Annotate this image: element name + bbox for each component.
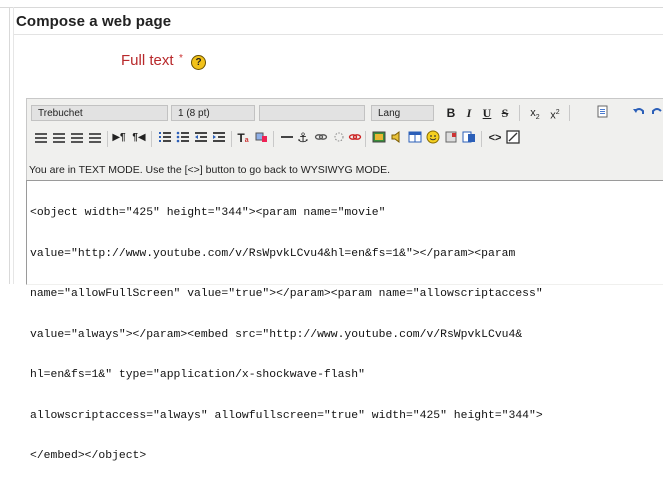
background-color-icon[interactable] <box>253 130 269 146</box>
horizontal-rule-icon[interactable] <box>279 130 295 146</box>
full-text-label: Full text <box>121 52 174 69</box>
table-icon[interactable] <box>407 130 423 146</box>
toolbar-separator <box>519 105 520 121</box>
link-icon[interactable] <box>313 130 329 146</box>
fullscreen-icon[interactable] <box>505 130 521 146</box>
language-select[interactable]: Lang <box>371 105 434 121</box>
legend-divider <box>14 34 663 35</box>
fieldset-legend: Compose a web page <box>16 13 172 30</box>
toolbar-separator <box>231 131 232 147</box>
toolbar-separator <box>151 131 152 147</box>
html-mode-icon[interactable]: <> <box>487 130 503 146</box>
toolbar-separator <box>107 131 108 147</box>
copy-icon[interactable] <box>595 105 611 121</box>
indent-icon[interactable] <box>211 130 227 146</box>
underline-button[interactable]: U <box>479 105 495 121</box>
anchor-icon[interactable]: ⚓ <box>295 130 311 146</box>
frame-left-border <box>9 7 10 284</box>
code-line: value="http://www.youtube.com/v/RsWpvkLC… <box>30 247 516 260</box>
code-line: hl=en&fs=1&" type="application/x-shockwa… <box>30 369 365 381</box>
media-icon[interactable] <box>389 130 405 146</box>
unlink-icon[interactable] <box>331 130 347 146</box>
no-link-icon[interactable] <box>347 130 363 146</box>
image-icon[interactable] <box>371 130 387 146</box>
code-line: <object width="425" height="344"><param … <box>30 207 386 219</box>
bold-button[interactable]: B <box>443 105 459 121</box>
font-family-select[interactable]: Trebuchet <box>31 105 168 121</box>
frame-top <box>0 0 663 8</box>
subscript-button[interactable]: x2 <box>527 105 543 121</box>
text-mode-notice: You are in TEXT MODE. Use the [<>] butto… <box>29 164 391 176</box>
outdent-icon[interactable] <box>193 130 209 146</box>
justify-icon[interactable] <box>89 133 101 144</box>
strikethrough-button[interactable]: S <box>497 105 513 121</box>
align-right-icon[interactable] <box>71 133 83 144</box>
toolbar-separator <box>481 131 482 147</box>
ltr-icon[interactable]: ▶¶ <box>111 130 127 146</box>
align-center-icon[interactable] <box>53 133 65 144</box>
toolbar-separator <box>273 131 274 147</box>
html-source-code[interactable]: <object width="425" height="344"><param … <box>30 180 660 477</box>
rtl-icon[interactable]: ¶◀ <box>131 130 147 146</box>
undo-icon[interactable] <box>631 105 647 121</box>
special-char-icon[interactable] <box>443 130 459 146</box>
paragraph-style-select[interactable] <box>259 105 365 121</box>
numbered-list-icon[interactable] <box>157 130 173 146</box>
superscript-button[interactable]: x2 <box>547 105 563 122</box>
bullet-list-icon[interactable] <box>175 130 191 146</box>
code-line: </embed></object> <box>30 450 147 462</box>
text-color-icon[interactable]: Ta <box>235 130 251 146</box>
italic-button[interactable]: I <box>461 105 477 121</box>
code-line: allowscriptaccess="always" allowfullscre… <box>30 409 543 422</box>
frame-left-border-inner <box>13 7 14 284</box>
toolbar-separator <box>569 105 570 121</box>
smiley-icon[interactable] <box>425 130 441 146</box>
redo-icon[interactable] <box>649 105 663 121</box>
help-icon[interactable]: ? <box>191 55 206 70</box>
toolbar-separator <box>365 131 366 147</box>
align-left-icon[interactable] <box>35 133 47 144</box>
search-replace-icon[interactable] <box>461 130 477 146</box>
code-line: name="allowFullScreen" value="true"></pa… <box>30 288 543 300</box>
font-size-select[interactable]: 1 (8 pt) <box>171 105 255 121</box>
required-marker: * <box>179 53 183 64</box>
code-line: value="always"></param><embed src="http:… <box>30 328 523 341</box>
